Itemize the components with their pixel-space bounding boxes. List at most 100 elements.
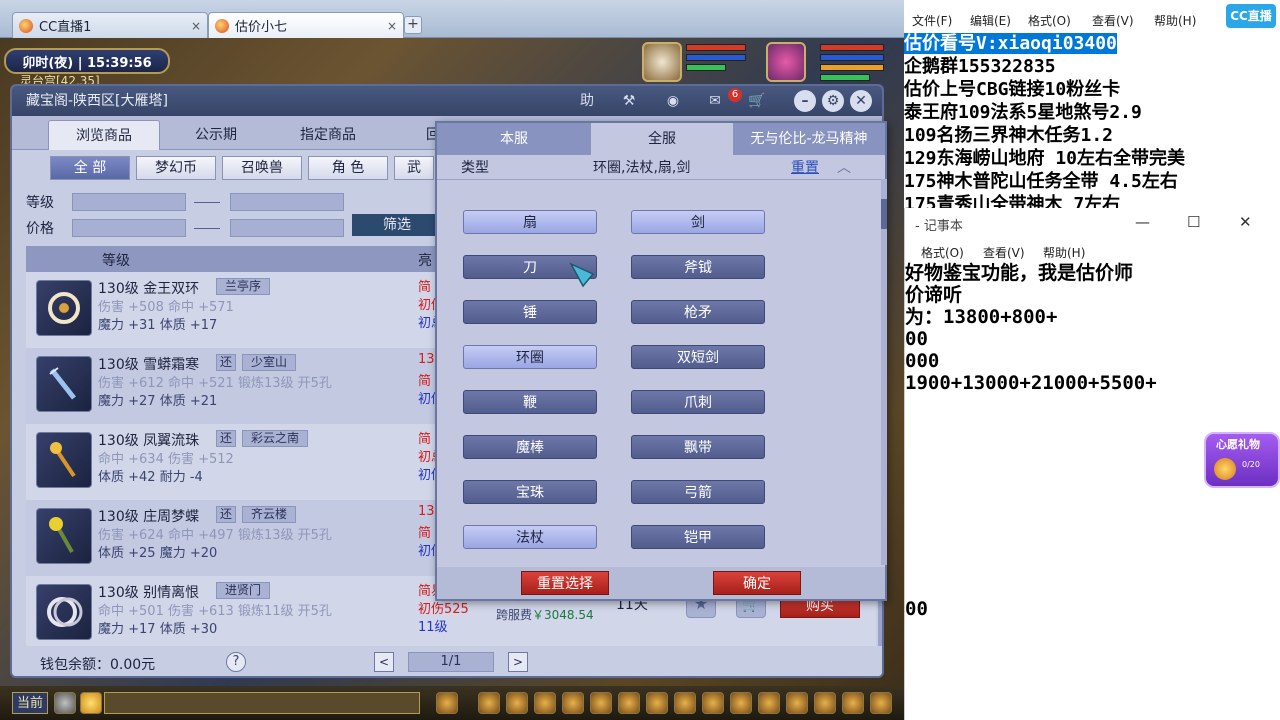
price-min-input[interactable] bbox=[72, 219, 186, 237]
hammer-icon[interactable]: ⚒ bbox=[618, 90, 640, 112]
type-whip[interactable]: 鞭 bbox=[463, 390, 597, 414]
message-icon[interactable]: ✉ bbox=[704, 90, 726, 112]
tab-browse[interactable]: 浏览商品 bbox=[48, 120, 160, 150]
menu-view[interactable]: 查看(V) bbox=[1092, 12, 1134, 29]
notepad-text[interactable]: 估价看号V:xiaoqi03400 企鹅群155322835 估价上号CBG链接… bbox=[904, 32, 1280, 216]
help-icon[interactable]: ? bbox=[226, 652, 246, 672]
stop-icon[interactable]: ◉ bbox=[662, 90, 684, 112]
menu-view[interactable]: 查看(V) bbox=[983, 244, 1025, 261]
type-fan[interactable]: 扇 bbox=[463, 210, 597, 234]
settings-icon[interactable]: ⚙ bbox=[822, 90, 844, 112]
menu-help[interactable]: 帮助(H) bbox=[1043, 244, 1085, 261]
treasure-title-bar: 藏宝阁-陕西区[大雁塔] 助 ⚒ ◉ ✉ 6 🛒 – ⚙ ✕ bbox=[12, 86, 882, 116]
hotkey-icon[interactable] bbox=[534, 692, 556, 714]
category-pets[interactable]: 召唤兽 bbox=[222, 156, 302, 180]
chat-input[interactable] bbox=[104, 692, 420, 714]
price-max-input[interactable] bbox=[230, 219, 344, 237]
type-axe[interactable]: 斧钺 bbox=[631, 255, 765, 279]
type-spear[interactable]: 枪矛 bbox=[631, 300, 765, 324]
level-max-input[interactable] bbox=[230, 193, 344, 211]
assist-icon[interactable]: 助 bbox=[576, 90, 598, 112]
hotkey-icon[interactable] bbox=[730, 692, 752, 714]
tab-appraiser[interactable]: 估价小七 × bbox=[208, 12, 404, 38]
type-hammer[interactable]: 锤 bbox=[463, 300, 597, 324]
hotkey-icon[interactable] bbox=[758, 692, 780, 714]
hotkey-icon[interactable] bbox=[786, 692, 808, 714]
new-tab-button[interactable]: + bbox=[404, 16, 422, 34]
hotkey-icon[interactable] bbox=[618, 692, 640, 714]
reset-selection-button[interactable]: 重置选择 bbox=[521, 571, 609, 595]
pet-portrait[interactable] bbox=[642, 42, 682, 82]
microphone-icon[interactable] bbox=[54, 692, 76, 714]
tab-close-icon[interactable]: × bbox=[191, 19, 201, 33]
next-page-button[interactable]: > bbox=[508, 652, 528, 672]
hotkey-icon[interactable] bbox=[674, 692, 696, 714]
text-line: 1900+13000+21000+5500+ bbox=[905, 372, 1157, 394]
tab-public[interactable]: 公示期 bbox=[160, 120, 272, 150]
menu-file[interactable]: 文件(F) bbox=[912, 12, 952, 29]
hotkey-icon[interactable] bbox=[590, 692, 612, 714]
hotkey-icon[interactable] bbox=[814, 692, 836, 714]
tab-this-server[interactable]: 本服 bbox=[437, 123, 591, 155]
item-highlight: 11级 bbox=[418, 620, 448, 635]
player-portrait[interactable] bbox=[766, 42, 806, 82]
hotkey-icon[interactable] bbox=[646, 692, 668, 714]
reset-link[interactable]: 重置 bbox=[791, 157, 819, 177]
hotkey-icon[interactable] bbox=[506, 692, 528, 714]
type-armor[interactable]: 铠甲 bbox=[631, 525, 765, 549]
item-stat-line: 魔力 +31 体质 +17 bbox=[98, 318, 218, 333]
confirm-button[interactable]: 确定 bbox=[713, 571, 801, 595]
menu-help[interactable]: 帮助(H) bbox=[1154, 12, 1196, 29]
type-staff[interactable]: 法杖 bbox=[463, 525, 597, 549]
item-highlight: 简 bbox=[418, 526, 432, 541]
cart-icon[interactable]: 🛒 bbox=[746, 90, 768, 112]
tab-server-name[interactable]: 无与伦比-龙马精神 bbox=[733, 123, 885, 155]
menu-format[interactable]: 格式(O) bbox=[1028, 12, 1071, 29]
minimize-icon[interactable]: — bbox=[1135, 213, 1150, 231]
return-tag: 还 bbox=[216, 506, 236, 523]
category-weapons[interactable]: 武 bbox=[394, 156, 434, 180]
type-wand[interactable]: 魔棒 bbox=[463, 435, 597, 459]
emoji-icon[interactable] bbox=[80, 692, 102, 714]
tab-close-icon[interactable]: × bbox=[387, 19, 397, 33]
cc-live-watermark: CC直播 bbox=[1226, 4, 1276, 28]
prev-page-button[interactable]: < bbox=[374, 652, 394, 672]
minimize-icon[interactable]: – bbox=[794, 90, 816, 112]
channel-current[interactable]: 当前 bbox=[12, 692, 48, 714]
tab-designated[interactable]: 指定商品 bbox=[272, 120, 384, 150]
hotkey-icon[interactable] bbox=[842, 692, 864, 714]
filter-button[interactable]: 筛选 bbox=[352, 214, 442, 236]
type-sword[interactable]: 剑 bbox=[631, 210, 765, 234]
category-all[interactable]: 全 部 bbox=[50, 156, 130, 180]
category-roles[interactable]: 角 色 bbox=[308, 156, 388, 180]
popup-scrollbar[interactable] bbox=[881, 179, 887, 565]
menu-edit[interactable]: 编辑(E) bbox=[970, 12, 1011, 29]
hotkey-icon[interactable] bbox=[702, 692, 724, 714]
item-name: 130级 别情离恨 bbox=[98, 585, 200, 601]
item-stat-line: 魔力 +27 体质 +21 bbox=[98, 394, 218, 409]
type-bow[interactable]: 弓箭 bbox=[631, 480, 765, 504]
type-orb[interactable]: 宝珠 bbox=[463, 480, 597, 504]
close-icon[interactable]: ✕ bbox=[850, 90, 872, 112]
hotkey-icon[interactable] bbox=[562, 692, 584, 714]
type-dual-blades[interactable]: 双短剑 bbox=[631, 345, 765, 369]
level-min-input[interactable] bbox=[72, 193, 186, 211]
notepad2-text[interactable]: 好物鉴宝功能，我是估价师 价谛听 为：13800+800+ 00 000 190… bbox=[905, 262, 1157, 394]
tab-all-servers[interactable]: 全服 bbox=[591, 123, 733, 155]
hotkey-icon[interactable] bbox=[870, 692, 892, 714]
text-line: 129东海崂山地府 10左右全带完美 bbox=[904, 148, 1186, 169]
maximize-icon[interactable]: ☐ bbox=[1187, 213, 1200, 231]
type-ring[interactable]: 环圈 bbox=[463, 345, 597, 369]
hotkey-icon[interactable] bbox=[478, 692, 500, 714]
category-coins[interactable]: 梦幻币 bbox=[136, 156, 216, 180]
type-claw[interactable]: 爪刺 bbox=[631, 390, 765, 414]
menu-format[interactable]: 格式(O) bbox=[921, 244, 964, 261]
ring-weapon-icon bbox=[47, 597, 83, 627]
wish-gift-widget[interactable]: 心愿礼物 0/20 bbox=[1204, 432, 1280, 488]
tab-cc-live[interactable]: CC直播1 × bbox=[12, 12, 208, 38]
close-icon[interactable]: ✕ bbox=[1239, 213, 1252, 231]
text-line: 企鹅群155322835 bbox=[904, 56, 1056, 77]
chevron-up-icon[interactable]: ︿ bbox=[837, 157, 851, 177]
type-ribbon[interactable]: 飘带 bbox=[631, 435, 765, 459]
hotkey-icon[interactable] bbox=[436, 692, 458, 714]
